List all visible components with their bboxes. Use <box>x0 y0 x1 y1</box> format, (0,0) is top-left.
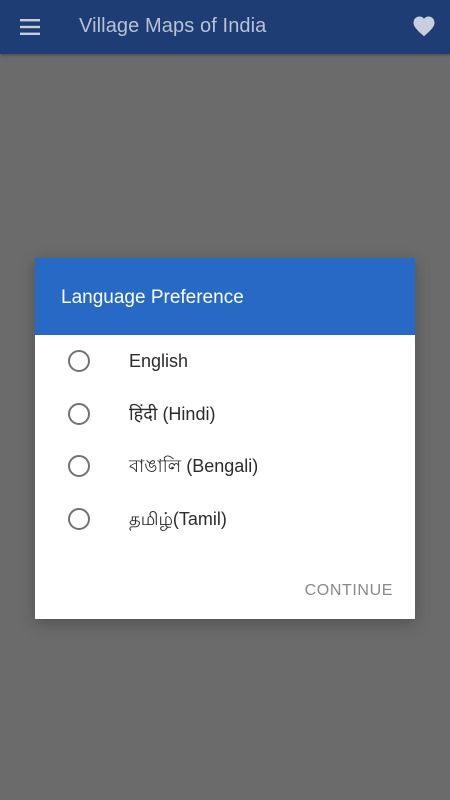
language-label: বাঙালি (Bengali) <box>129 456 259 476</box>
dialog-header: Language Preference <box>35 258 415 335</box>
app-bar: Village Maps of India <box>0 0 450 54</box>
language-option-bengali[interactable]: বাঙালি (Bengali) <box>35 440 415 493</box>
radio-button[interactable] <box>68 402 90 425</box>
language-option-hindi[interactable]: हिंदी (Hindi) <box>35 388 415 441</box>
language-preference-dialog: Language Preference English हिंदी (Hindi… <box>35 258 415 619</box>
radio-button[interactable] <box>68 350 90 372</box>
radio-button[interactable] <box>68 507 90 530</box>
language-option-english[interactable]: English <box>35 335 415 388</box>
language-options: English हिंदी (Hindi) বাঙালি (Bengali) த… <box>35 335 415 545</box>
language-label: हिंदी (Hindi) <box>129 403 216 424</box>
favorite-button[interactable] <box>411 13 437 39</box>
heart-icon <box>413 16 435 37</box>
hamburger-menu-icon <box>20 19 40 35</box>
language-option-tamil[interactable]: தமிழ்(Tamil) <box>35 493 415 546</box>
radio-button[interactable] <box>68 455 90 477</box>
menu-button[interactable] <box>15 15 45 39</box>
language-label: English <box>129 351 189 371</box>
continue-button[interactable]: CONTINUE <box>305 580 393 602</box>
app-title: Village Maps of India <box>79 15 267 37</box>
dialog-title: Language Preference <box>61 287 244 308</box>
language-label: தமிழ்(Tamil) <box>129 508 227 529</box>
